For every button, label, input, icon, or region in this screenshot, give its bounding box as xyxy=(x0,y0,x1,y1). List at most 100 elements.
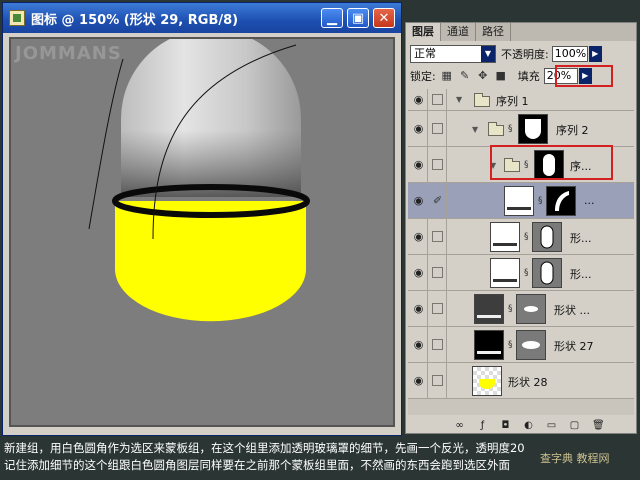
minimize-button[interactable]: ▁ xyxy=(321,8,343,28)
lock-all-icon[interactable]: ■ xyxy=(494,69,508,83)
adjustment-layer-icon[interactable]: ◐ xyxy=(523,420,534,431)
link-checkbox[interactable] xyxy=(432,123,443,134)
layer-thumbnail[interactable] xyxy=(472,366,502,396)
layer-row-shape-28[interactable]: ◉ 形状 28 xyxy=(408,363,634,399)
link-layers-icon[interactable]: ∞ xyxy=(454,420,465,431)
eye-icon[interactable]: ◉ xyxy=(410,327,428,362)
eye-icon[interactable]: ◉ xyxy=(410,183,428,218)
layer-row-shape-c[interactable]: ◉ § 形状 ... xyxy=(408,291,634,327)
layers-list: ◉ ▼ 序列 1 ◉ ▼ § 序列 2 ◉ ▼ § 序... ◉ ✐ § ...… xyxy=(408,89,634,415)
link-checkbox[interactable] xyxy=(432,339,443,350)
mask-shape-icon xyxy=(525,119,541,139)
opacity-slider-button[interactable]: ▶ xyxy=(588,46,602,62)
tab-layers[interactable]: 图层 xyxy=(406,23,441,41)
reflection-shape-icon xyxy=(555,191,569,211)
capsule-yellow-body xyxy=(115,201,306,322)
screenshot-root: 图标 @ 150% (形状 29, RGB/8) ▁ ▣ ✕ JOMMANS 图… xyxy=(0,0,640,480)
layer-row-shape-a[interactable]: ◉ § 形... xyxy=(408,219,634,255)
vector-mask-thumbnail[interactable] xyxy=(516,294,546,324)
chain-link-icon: § xyxy=(508,304,513,314)
layer-name: 序列 2 xyxy=(556,124,589,137)
layer-name: 形... xyxy=(570,232,592,245)
lock-transparency-icon[interactable]: ▦ xyxy=(440,69,454,83)
document-window: 图标 @ 150% (形状 29, RGB/8) ▁ ▣ ✕ JOMMANS xyxy=(2,2,402,436)
document-title: 图标 @ 150% (形状 29, RGB/8) xyxy=(31,12,239,28)
add-mask-icon[interactable]: ◘ xyxy=(500,420,511,431)
layer-row-group-2[interactable]: ◉ ▼ § 序列 2 xyxy=(408,111,634,147)
link-cell xyxy=(429,89,447,110)
layer-row-shape-27[interactable]: ◉ § 形状 27 xyxy=(408,327,634,363)
tab-channels[interactable]: 通道 xyxy=(441,23,476,41)
chevron-down-icon[interactable]: ▼ xyxy=(472,125,478,134)
layer-name: 形状 28 xyxy=(508,376,548,389)
layer-name: ... xyxy=(584,194,595,207)
link-cell: ✐ xyxy=(429,183,447,218)
eye-icon[interactable]: ◉ xyxy=(410,363,428,398)
chain-link-icon: § xyxy=(508,340,513,350)
layer-name: 形... xyxy=(570,268,592,281)
layer-thumbnail[interactable] xyxy=(504,186,534,216)
lock-position-icon[interactable]: ✥ xyxy=(476,69,490,83)
site-watermark: 查字典 教程网 xyxy=(540,452,610,465)
blend-mode-select[interactable]: 正常 ▼ xyxy=(410,45,496,63)
jommans-watermark: JOMMANS xyxy=(15,43,122,64)
layer-style-icon[interactable]: ƒ xyxy=(477,420,488,431)
brush-icon: ✐ xyxy=(432,194,443,207)
link-checkbox[interactable] xyxy=(432,231,443,242)
eye-icon[interactable]: ◉ xyxy=(410,147,428,182)
link-cell xyxy=(429,255,447,290)
eye-icon[interactable]: ◉ xyxy=(410,255,428,290)
layer-row-shape-b[interactable]: ◉ § 形... xyxy=(408,255,634,291)
eye-icon[interactable]: ◉ xyxy=(410,111,428,146)
chain-link-icon: § xyxy=(508,124,513,134)
eye-icon[interactable]: ◉ xyxy=(410,89,428,110)
new-layer-icon[interactable]: ▢ xyxy=(569,420,580,431)
ellipse-mask-icon xyxy=(524,306,538,312)
new-group-icon[interactable]: ▭ xyxy=(546,420,557,431)
restore-button[interactable]: ▣ xyxy=(347,8,369,28)
tab-paths[interactable]: 路径 xyxy=(476,23,511,41)
link-checkbox[interactable] xyxy=(432,267,443,278)
link-cell xyxy=(429,147,447,182)
opacity-input[interactable]: 100% xyxy=(551,46,588,62)
vector-mask-thumbnail[interactable] xyxy=(532,222,562,252)
vector-mask-thumbnail[interactable] xyxy=(516,330,546,360)
layer-thumbnail[interactable] xyxy=(474,294,504,324)
vector-mask-thumbnail[interactable] xyxy=(532,258,562,288)
link-checkbox[interactable] xyxy=(432,159,443,170)
layer-row-selected[interactable]: ◉ ✐ § ... xyxy=(408,183,634,219)
close-button[interactable]: ✕ xyxy=(373,8,395,28)
layer-thumbnail[interactable] xyxy=(490,258,520,288)
layer-thumbnail[interactable] xyxy=(474,330,504,360)
layer-row-group-1[interactable]: ◉ ▼ 序列 1 xyxy=(408,89,634,111)
fill-swatch-icon xyxy=(493,243,517,246)
link-checkbox[interactable] xyxy=(432,303,443,314)
opacity-label: 不透明度: xyxy=(501,48,549,61)
vector-mask-thumbnail[interactable] xyxy=(546,186,576,216)
eye-icon[interactable]: ◉ xyxy=(410,291,428,326)
chain-link-icon: § xyxy=(524,268,529,278)
layer-thumbnail[interactable] xyxy=(490,222,520,252)
link-checkbox[interactable] xyxy=(432,94,443,105)
document-titlebar[interactable]: 图标 @ 150% (形状 29, RGB/8) ▁ ▣ ✕ xyxy=(3,3,401,33)
ellipse-mask-icon xyxy=(522,341,540,349)
capsule-artwork xyxy=(88,39,310,322)
lock-pixels-icon[interactable]: ✎ xyxy=(458,69,472,83)
capsule-mask-icon xyxy=(540,225,554,249)
chain-link-icon: § xyxy=(524,232,529,242)
chevron-down-icon[interactable]: ▼ xyxy=(481,46,495,62)
chevron-down-icon[interactable]: ▼ xyxy=(456,95,462,104)
link-checkbox[interactable] xyxy=(432,375,443,386)
trash-icon[interactable]: 🗑 xyxy=(592,420,605,431)
blend-mode-value: 正常 xyxy=(414,47,436,60)
lock-label: 锁定: xyxy=(410,70,436,83)
eye-icon[interactable]: ◉ xyxy=(410,219,428,254)
layer-name: 形状 27 xyxy=(554,340,594,353)
fill-swatch-icon xyxy=(477,351,501,354)
folder-icon xyxy=(474,93,490,107)
mask-thumbnail[interactable] xyxy=(518,114,548,144)
canvas-area[interactable]: JOMMANS xyxy=(9,37,395,427)
fill-label: 填充 xyxy=(517,70,540,83)
link-cell xyxy=(429,219,447,254)
fill-swatch-icon xyxy=(493,279,517,282)
